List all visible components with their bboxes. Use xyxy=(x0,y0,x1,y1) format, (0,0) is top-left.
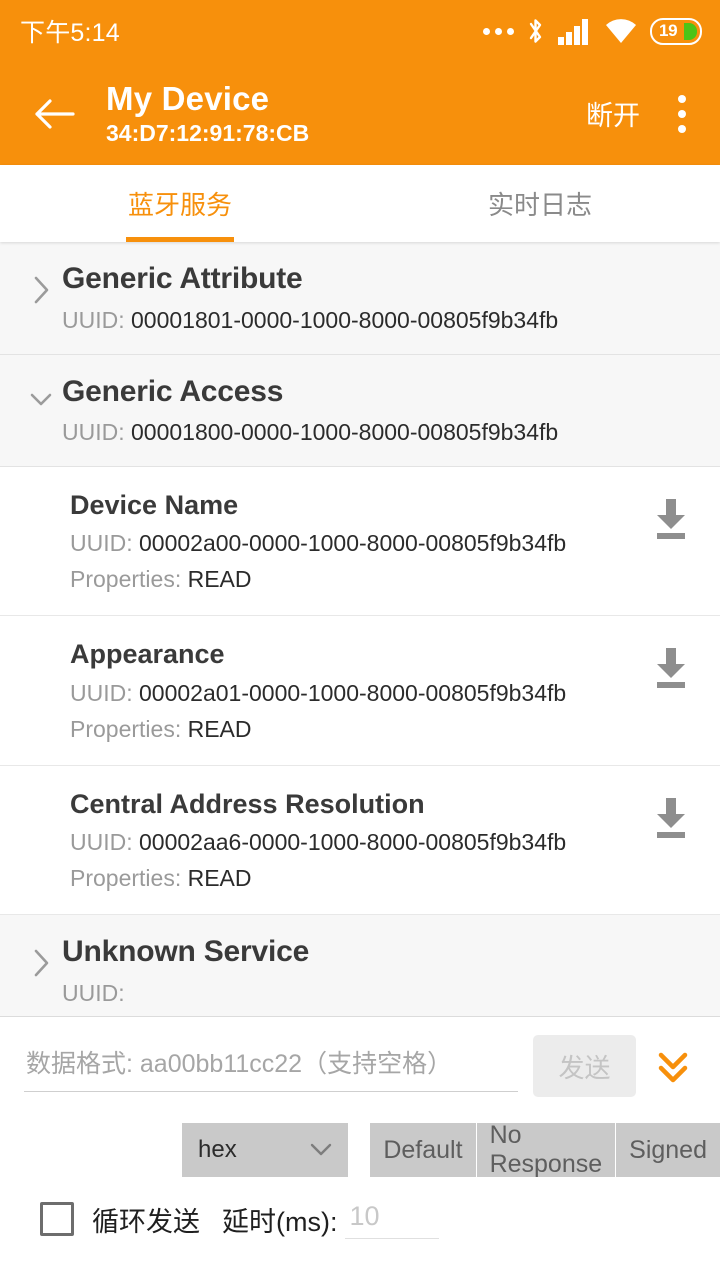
characteristic-properties: Properties: READ xyxy=(70,716,644,743)
properties-value: READ xyxy=(187,715,252,742)
uuid-value: 00002a01-0000-1000-8000-00805f9b34fb xyxy=(139,679,567,706)
data-input[interactable] xyxy=(24,1040,518,1092)
write-mode-group: Default No Response Signed xyxy=(370,1121,720,1178)
device-address: 34:D7:12:91:78:CB xyxy=(106,119,310,146)
chevron-right-icon[interactable] xyxy=(20,260,62,306)
app-bar-actions: 断开 xyxy=(586,87,698,141)
chevron-down-icon[interactable] xyxy=(20,373,62,411)
properties-value: READ xyxy=(187,865,252,892)
delay-label: 延时(ms): xyxy=(222,1206,338,1237)
service-row-generic-access[interactable]: Generic Access UUID: 00001800-0000-1000-… xyxy=(0,354,720,467)
collapse-panel-button[interactable] xyxy=(642,1044,704,1088)
characteristic-info: Appearance UUID: 00002a01-0000-1000-8000… xyxy=(70,638,644,742)
service-name: Generic Access xyxy=(62,374,284,408)
send-row: 发送 xyxy=(0,1017,720,1097)
disconnect-button[interactable]: 断开 xyxy=(586,94,640,133)
send-button[interactable]: 发送 xyxy=(533,1035,636,1097)
characteristic-row[interactable]: Central Address Resolution UUID: 00002aa… xyxy=(0,765,720,916)
service-info: Generic Attribute UUID: 00001801-0000-10… xyxy=(62,260,700,334)
uuid-value: 00002a00-0000-1000-8000-00805f9b34fb xyxy=(139,530,567,557)
app-bar: My Device 34:D7:12:91:78:CB 断开 xyxy=(0,62,720,165)
characteristic-uuid: UUID: 00002a01-0000-1000-8000-00805f9b34… xyxy=(70,680,644,707)
wifi-icon xyxy=(604,17,638,45)
battery-level: 19 xyxy=(659,21,678,40)
characteristic-name: Appearance xyxy=(70,639,225,670)
loop-send-label: 循环发送 xyxy=(92,1206,200,1237)
page-title: My Device xyxy=(106,79,270,117)
uuid-value: 00001801-0000-1000-8000-00805f9b34fb xyxy=(131,306,559,333)
kebab-menu-icon[interactable] xyxy=(666,87,698,141)
download-icon xyxy=(657,499,685,539)
status-bar: 下午5:14 19 xyxy=(0,0,720,62)
uuid-label: UUID: xyxy=(62,419,125,445)
properties-value: READ xyxy=(187,566,252,593)
battery-icon: 19 xyxy=(650,17,702,45)
characteristic-properties: Properties: READ xyxy=(70,566,644,593)
characteristic-properties: Properties: READ xyxy=(70,865,644,892)
tab-bar: 蓝牙服务 实时日志 xyxy=(0,165,720,242)
write-options-row: hex Default No Response Signed xyxy=(0,1121,720,1178)
chevron-down-icon xyxy=(311,1143,332,1156)
uuid-label: UUID: xyxy=(62,306,125,333)
status-icons: 19 xyxy=(483,17,702,45)
write-mode-signed[interactable]: Signed xyxy=(615,1123,720,1177)
characteristic-info: Device Name UUID: 00002a00-0000-1000-800… xyxy=(70,489,644,593)
format-select[interactable]: hex xyxy=(182,1123,349,1177)
uuid-value: 00002aa6-0000-1000-8000-00805f9b34fb xyxy=(139,829,567,856)
tab-realtime-log[interactable]: 实时日志 xyxy=(360,165,720,242)
characteristic-row[interactable]: Appearance UUID: 00002a01-0000-1000-8000… xyxy=(0,616,720,766)
back-arrow-icon xyxy=(35,98,75,129)
read-download-button[interactable] xyxy=(644,638,698,692)
properties-label: Properties: xyxy=(70,865,182,892)
service-row-unknown-service[interactable]: Unknown Service UUID: xyxy=(0,915,720,1028)
cellular-signal-icon xyxy=(558,17,592,45)
service-uuid: UUID: 00001800-0000-1000-8000-00805f9b34… xyxy=(62,419,700,446)
characteristic-name: Central Address Resolution xyxy=(70,788,425,819)
status-time: 下午5:14 xyxy=(20,19,120,47)
tab-bluetooth-services[interactable]: 蓝牙服务 xyxy=(0,165,360,242)
bluetooth-icon xyxy=(526,17,546,45)
characteristic-uuid: UUID: 00002aa6-0000-1000-8000-00805f9b34… xyxy=(70,829,644,856)
uuid-label: UUID: xyxy=(70,829,133,856)
write-mode-no-response[interactable]: No Response xyxy=(475,1121,616,1178)
loop-send-row: 循环发送 延时(ms): xyxy=(0,1177,720,1239)
back-button[interactable] xyxy=(28,88,80,140)
loop-send-checkbox[interactable] xyxy=(40,1202,74,1236)
characteristic-row[interactable]: Device Name UUID: 00002a00-0000-1000-800… xyxy=(0,467,720,617)
characteristic-name: Device Name xyxy=(70,490,239,520)
characteristic-info: Central Address Resolution UUID: 00002aa… xyxy=(70,788,644,892)
service-uuid: UUID: xyxy=(62,980,700,1007)
format-select-value: hex xyxy=(198,1136,237,1163)
service-row-generic-attribute[interactable]: Generic Attribute UUID: 00001801-0000-10… xyxy=(0,242,720,355)
read-download-button[interactable] xyxy=(644,788,698,842)
more-dots-icon xyxy=(483,27,514,35)
delay-input[interactable] xyxy=(345,1199,440,1239)
uuid-label: UUID: xyxy=(62,979,125,1006)
double-chevron-down-icon xyxy=(658,1052,688,1083)
service-uuid: UUID: 00001801-0000-1000-8000-00805f9b34… xyxy=(62,307,700,334)
app-root: 下午5:14 19 My Device 34:D7:12:91:78:CB 断开… xyxy=(0,0,720,1280)
chevron-right-icon[interactable] xyxy=(20,933,62,979)
uuid-label: UUID: xyxy=(70,679,133,706)
download-icon xyxy=(657,797,685,838)
service-info: Generic Access UUID: 00001800-0000-1000-… xyxy=(62,373,700,447)
download-icon xyxy=(657,648,685,689)
service-name: Unknown Service xyxy=(62,935,310,969)
properties-label: Properties: xyxy=(70,715,182,742)
service-info: Unknown Service UUID: xyxy=(62,933,700,1007)
write-mode-default[interactable]: Default xyxy=(370,1123,476,1177)
uuid-value: 00001800-0000-1000-8000-00805f9b34fb xyxy=(131,419,559,445)
read-download-button[interactable] xyxy=(644,489,698,543)
properties-label: Properties: xyxy=(70,566,182,593)
uuid-label: UUID: xyxy=(70,530,133,557)
characteristic-uuid: UUID: 00002a00-0000-1000-8000-00805f9b34… xyxy=(70,530,644,557)
write-panel: 发送 hex Default No Response Signed xyxy=(0,1016,720,1280)
service-name: Generic Attribute xyxy=(62,262,303,295)
title-block: My Device 34:D7:12:91:78:CB xyxy=(106,80,309,148)
